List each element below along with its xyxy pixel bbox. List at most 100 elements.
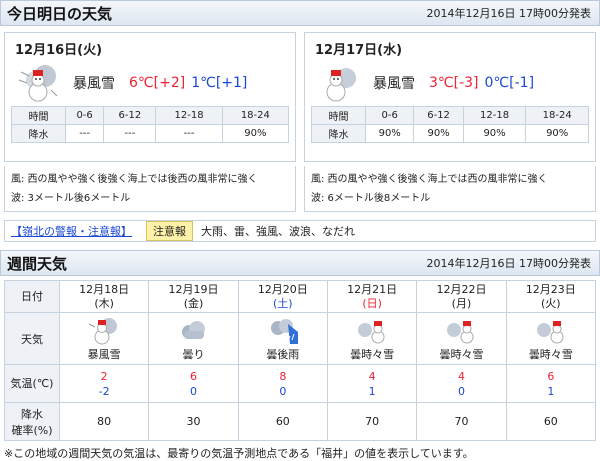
rain-value: 90% [462,124,527,143]
weekly-title: 週間天気 [7,254,68,273]
warning-bar: 【嶺北の警報・注意報】 注意報 大雨、雷、強風、波浪、なだれ [4,220,596,242]
weekly-date: 12月23日 [525,282,576,296]
weekly-max-temp: 6 [189,369,197,383]
cloud-icon [182,320,206,339]
weekly-weather-cell: 暴風雪 [58,312,150,365]
rain-header: 6-12 [103,106,157,125]
weekly-dow: (金) [183,296,204,310]
rain-label: 降水 [311,124,366,143]
weekly-dow: (木) [94,296,114,310]
advisory-badge: 注意報 [146,221,193,241]
weekly-weather-label: 曇時々雪 [528,347,573,361]
weekly-weather-label: 曇時々雪 [350,347,395,361]
blizzard-snowman-icon [88,317,118,344]
row-label-temp: 気温(℃) [4,364,60,403]
weekly-max-temp: 2 [100,369,108,383]
day-telop: 暴風雪 [373,76,415,92]
today-tomorrow-title: 今日明日の天気 [7,4,113,23]
rain-probability-table: 時間 0-6 6-12 12-18 18-24 降水 --- --- --- 9… [11,106,290,143]
snowman-cloud-icon [326,68,356,102]
rain-header-time: 時間 [11,106,66,125]
day-1-notes: 風: 西の風やや強く後強く海上では後西の風非常に強く 波: 3メートル後6メート… [4,166,296,212]
weekly-dow: (土) [273,296,293,310]
rain-value: --- [155,124,223,143]
weekly-header: 週間天気 2014年12月16日 17時00分発表 [0,250,600,276]
day-date: 12月17日(水) [315,43,403,58]
cloud-then-rain-icon [270,318,298,344]
rain-header: 12-18 [462,106,527,125]
weekly-table: 日付 12月18日 (木) 12月19日 (金) 12月20日 (土) 12月21日(… [4,280,597,441]
day-2-notes: 風: 西の風やや強く後強く海上では西の風非常に強く 波: 6メートル後8メートル [304,166,596,212]
weekly-weather-cell: 曇後雨 [237,312,328,365]
wind-wave-notes: 風: 西の風やや強く後強く海上では後西の風非常に強く 波: 3メートル後6メート… [0,162,600,212]
weekly-date-cell: 12月18日 (木) [58,280,150,313]
day-max-temp: 6℃[+2] [129,75,186,91]
weekly-issued-time: 2014年12月16日 17時00分発表 [426,257,591,270]
weekly-rain-cell: 70 [416,402,507,441]
weekly-date-cell: 12月20日 (土) [237,280,328,313]
weekly-temp-cell: 80 [237,364,328,403]
rain-header: 12-18 [155,106,223,125]
today-tomorrow-header: 今日明日の天気 2014年12月16日 17時00分発表 [0,0,600,26]
rain-label: 降水 [11,124,66,143]
weekly-max-temp: 4 [368,369,376,383]
row-label-rain-line2: 確率(%) [11,423,53,437]
rain-value: 90% [413,124,464,143]
rain-value: 90% [221,124,290,143]
wind-text: 風: 西の風やや強く後強く海上では後西の風非常に強く [11,174,258,185]
rain-value: --- [64,124,105,143]
weekly-min-temp: 0 [279,384,287,398]
weekly-min-temp: 1 [368,384,376,398]
cloud-snowman-icon [536,320,564,343]
weekly-max-temp: 8 [279,369,287,383]
day-weather-row: 暴風雪 3℃[-3] 0℃[-1] [315,62,589,104]
weekly-min-temp: -2 [98,384,110,398]
weekly-rain-cell: 60 [237,402,328,441]
weekly-weather-label: 曇時々雪 [439,347,484,361]
day-min-temp: 1℃[+1] [191,75,248,91]
row-label-rain-line1: 降水 [21,407,43,421]
day-min-temp: 0℃[-1] [484,75,535,91]
weekly-temp-cell: 61 [505,364,597,403]
weekly-min-temp: 1 [547,384,555,398]
weekly-weather-cell: 曇時々雪 [416,312,507,365]
rain-value: 90% [525,124,589,143]
weekly-rain-cell: 70 [326,402,418,441]
row-label-weather: 天気 [4,312,60,365]
weekly-weather-label: 暴風雪 [87,347,121,361]
day-weather-row: 暴風雪 6℃[+2] 1℃[+1] [15,62,289,104]
weekly-max-temp: 6 [547,369,555,383]
warning-link[interactable]: 【嶺北の警報・注意報】 [11,223,132,239]
weekly-min-temp: 0 [189,384,197,398]
day-panel-1: 12月16日(火) 暴風雪 6℃[+2] 1℃[+1] 時間 0-6 6-12 … [4,32,296,162]
weekly-rain-cell: 30 [148,402,239,441]
rain-probability-table: 時間 0-6 6-12 12-18 18-24 降水 90% 90% 90% 9… [311,106,589,143]
weekly-rain-cell: 80 [58,402,150,441]
weekly-date-cell: 12月21日 (日) [326,280,418,313]
rain-header-time: 時間 [311,106,366,125]
blizzard-snowman-icon [18,65,58,102]
rain-value: 90% [364,124,415,143]
weekly-rain-cell: 60 [505,402,597,441]
weekly-date: 12月18日 [79,282,130,296]
day-telop: 暴風雪 [73,76,115,92]
weekly-footnote: ※この地域の週間天気の気温は、最寄りの気温予測地点である「福井」の値を表示してい… [4,447,474,460]
weekly-min-temp: 0 [457,384,465,398]
weekly-weather-label: 曇り [182,347,205,361]
cloud-snowman-icon [358,320,385,343]
row-label-rain: 降水確率(%) [4,402,60,441]
rain-header: 18-24 [221,106,290,125]
weekly-date: 12月21日 [347,282,398,296]
today-issued-time: 2014年12月16日 17時00分発表 [426,7,591,20]
weekly-dow: (火) [541,296,561,310]
weekly-weather-cell: 曇時々雪 [326,312,418,365]
weekly-date: 12月20日 [257,282,308,296]
row-label-date: 日付 [4,280,60,313]
cloud-snowman-icon [447,320,474,343]
day-date: 12月16日(火) [15,43,103,58]
weekly-temp-cell: 2 -2 [58,364,150,403]
weekly-date: 12月22日 [436,282,487,296]
rain-header: 6-12 [413,106,464,125]
day-panels: 12月16日(火) 暴風雪 6℃[+2] 1℃[+1] 時間 0-6 6-12 … [0,26,600,162]
weekly-dow: (月) [451,296,472,310]
